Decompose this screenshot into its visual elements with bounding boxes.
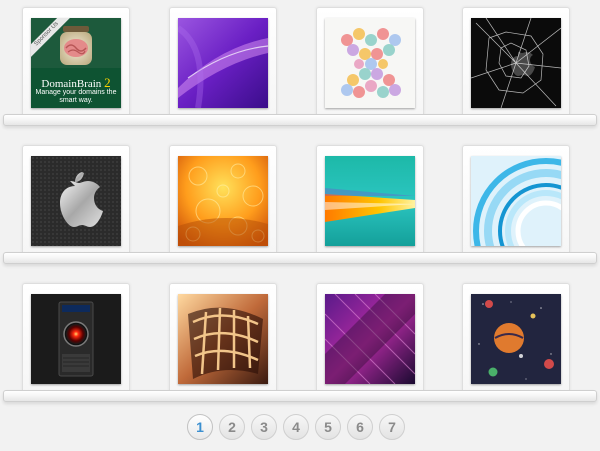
- page-button-2[interactable]: 2: [219, 414, 245, 440]
- tile-caged-window[interactable]: [169, 283, 277, 392]
- tile-purple-abstract[interactable]: [169, 7, 277, 116]
- hal-9000-image[interactable]: [31, 294, 121, 384]
- tile-hal-9000[interactable]: [22, 283, 130, 392]
- wallpaper-gallery: Sponsor Us DomainBrain 2 Manage your dom…: [0, 0, 600, 451]
- purple-abstract-image[interactable]: [178, 18, 268, 108]
- page-button-4[interactable]: 4: [283, 414, 309, 440]
- domainbrain-ad-image[interactable]: Sponsor Us DomainBrain 2 Manage your dom…: [31, 18, 121, 108]
- purple-streaks-image[interactable]: [325, 294, 415, 384]
- broken-glass-image[interactable]: [471, 18, 561, 108]
- page-button-7[interactable]: 7: [379, 414, 405, 440]
- caged-window-image[interactable]: [178, 294, 268, 384]
- blue-circles-image[interactable]: [471, 156, 561, 246]
- tile-space-planets[interactable]: [462, 283, 570, 392]
- tile-teal-orange-streak[interactable]: [316, 145, 424, 254]
- page-button-3[interactable]: 3: [251, 414, 277, 440]
- tile-blue-circles[interactable]: [462, 145, 570, 254]
- orange-bokeh-image[interactable]: [178, 156, 268, 246]
- tile-pastel-hexagon-pattern[interactable]: [316, 7, 424, 116]
- domainbrain-tagline: Manage your domains the smart way.: [35, 89, 117, 104]
- shelf-row-2: [0, 138, 600, 268]
- shelf-2: [3, 252, 597, 264]
- shelf-1: [3, 114, 597, 126]
- tile-broken-glass-apple[interactable]: [462, 7, 570, 116]
- silver-apple-image[interactable]: [31, 156, 121, 246]
- tile-purple-streaks[interactable]: [316, 283, 424, 392]
- tile-domainbrain-sponsor[interactable]: Sponsor Us DomainBrain 2 Manage your dom…: [22, 7, 130, 116]
- domainbrain-version: 2: [104, 75, 111, 90]
- tile-silver-apple-logo[interactable]: [22, 145, 130, 254]
- page-button-1[interactable]: 1: [187, 414, 213, 440]
- space-planets-image[interactable]: [471, 294, 561, 384]
- pastel-hexagon-image[interactable]: [325, 18, 415, 108]
- page-button-5[interactable]: 5: [315, 414, 341, 440]
- shelf-row-1: Sponsor Us DomainBrain 2 Manage your dom…: [0, 0, 600, 130]
- shelf-3: [3, 390, 597, 402]
- teal-orange-streak-image[interactable]: [325, 156, 415, 246]
- shelf-row-3: [0, 276, 600, 406]
- tile-orange-bokeh[interactable]: [169, 145, 277, 254]
- page-button-6[interactable]: 6: [347, 414, 373, 440]
